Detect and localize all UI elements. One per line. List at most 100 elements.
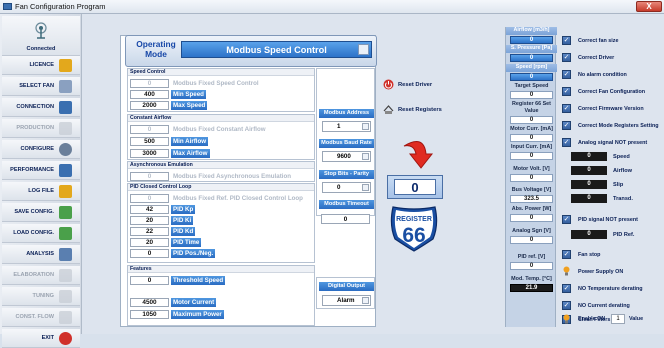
modbus-timeout-input[interactable]: 0: [321, 214, 370, 224]
param-value-input[interactable]: 3000: [130, 149, 169, 158]
param-value-input: 0: [130, 125, 169, 134]
param-value-input[interactable]: 20: [130, 238, 169, 247]
modbus-baud-select[interactable]: 9600: [322, 151, 371, 162]
gauge-icon: [59, 164, 72, 177]
sidebar-item-label: CONFIGURE: [20, 146, 54, 152]
speed-indicator: 0 Speed: [571, 152, 663, 162]
folder-icon: [59, 185, 72, 198]
close-button[interactable]: X: [636, 1, 662, 12]
enable-value-input[interactable]: 1: [611, 314, 625, 324]
sidebar-item-configure[interactable]: CONFIGURE: [2, 140, 80, 159]
load-icon: [59, 227, 72, 240]
check-no-alarm: ✓ No alarm condition: [561, 69, 664, 81]
speed-indicator-value: 0: [571, 152, 607, 161]
operating-mode-select[interactable]: Modbus Speed Control: [181, 41, 372, 58]
sidebar-item-select-fan[interactable]: SELECT FAN: [2, 77, 80, 96]
param-value-input[interactable]: 0: [130, 276, 169, 285]
constant-airflow-section: Constant Airflow 0 Modbus Fixed Constant …: [127, 114, 315, 160]
shield-register-text: REGISTER: [396, 216, 432, 223]
check-label: Correct Driver: [578, 55, 615, 61]
monitor-icon: [59, 101, 72, 114]
operating-mode-label: Operating Mode: [136, 39, 176, 59]
reset-driver-label: Reset Driver: [398, 82, 433, 88]
check-label: No alarm condition: [578, 72, 627, 78]
sidebar-item-label: PRODUCTION: [16, 125, 54, 131]
check-icon: ✓: [562, 138, 571, 147]
sidebar-item-performance[interactable]: PERFORMANCE: [2, 161, 80, 180]
folder-lock-icon: [59, 59, 72, 72]
param-value-input[interactable]: 22: [130, 227, 169, 236]
param-value-input[interactable]: 2000: [130, 101, 169, 110]
check-icon: ✓: [562, 121, 571, 130]
chevron-down-icon[interactable]: [358, 44, 369, 55]
param-row: 0 Modbus Fixed Asynchronous Emulation: [128, 172, 316, 182]
reset-registers-button[interactable]: Reset Registers: [383, 104, 463, 116]
sidebar-item-log-file[interactable]: LOG FILE: [2, 182, 80, 201]
check-no-temp-derating: ✓ NO Temperature derating: [561, 283, 664, 295]
status-label: Power Supply ON: [578, 269, 624, 275]
chevron-down-icon[interactable]: [362, 297, 369, 304]
chevron-down-icon[interactable]: [362, 123, 369, 130]
param-value-input[interactable]: 1050: [130, 310, 169, 319]
param-value-input[interactable]: 4500: [130, 298, 169, 307]
check-mode-registers: ✓ Correct Mode Registers Setting: [561, 120, 664, 132]
sidebar-item-exit[interactable]: EXIT: [2, 329, 80, 348]
param-value-input[interactable]: 20: [130, 216, 169, 225]
param-value-input[interactable]: 400: [130, 90, 169, 99]
sidebar-item-elaboration[interactable]: ELABORATION: [2, 266, 80, 285]
stop-bits-select[interactable]: 0: [322, 182, 371, 193]
abs-power-value: 0: [510, 214, 553, 222]
check-label: Correct Firmware Version: [578, 106, 644, 112]
motor-voltage-label: Motor Volt. [V]: [513, 166, 550, 172]
bulb-icon: [563, 266, 570, 276]
param-value-input[interactable]: 500: [130, 137, 169, 146]
param-value-input[interactable]: 42: [130, 205, 169, 214]
param-label: Threshold Speed: [171, 276, 226, 285]
window-title: Fan Configuration Program: [15, 2, 106, 11]
chevron-down-icon[interactable]: [362, 184, 369, 191]
operating-mode-value: Modbus Speed Control: [226, 45, 327, 55]
sidebar-item-label: ANALYSIS: [26, 251, 54, 257]
s-pressure-label: S. Pressure [Pa]: [506, 45, 557, 53]
section-title: Constant Airflow: [128, 115, 314, 122]
param-row: 22 PID Kd: [128, 227, 316, 237]
modbus-address-select[interactable]: 1: [322, 121, 371, 132]
sidebar-item-label: CONNECTION: [16, 104, 54, 110]
chevron-down-icon[interactable]: [362, 153, 369, 160]
sidebar-item-analysis[interactable]: ANALYSIS: [2, 245, 80, 264]
sidebar-item-tuning[interactable]: TUNING: [2, 287, 80, 306]
sidebar-item-load-config[interactable]: LOAD CONFIG.: [2, 224, 80, 243]
param-row: 42 PID Kp: [128, 205, 316, 215]
sidebar-item-label: PERFORMANCE: [10, 167, 54, 173]
sidebar-item-connection[interactable]: CONNECTION: [2, 98, 80, 117]
param-value-input[interactable]: 0: [130, 249, 169, 258]
pid-section: PID Closed Control Loop 0 Modbus Fixed Re…: [127, 183, 315, 263]
input-current-value: 0: [510, 152, 553, 160]
input-current-label: Input Curr. [mA]: [510, 144, 553, 150]
modbus-settings: Modbus Address 1 Modbus Baud Rate 9600 S…: [316, 68, 375, 216]
section-title: Asynchronous Emulation: [128, 162, 314, 169]
reset-driver-button[interactable]: Reset Driver: [383, 79, 463, 91]
features-section: Features 0 Threshold Speed 4500 Motor Curre…: [127, 265, 315, 326]
param-label: Max Speed: [171, 101, 208, 110]
sidebar-item-licence[interactable]: LICENCE: [2, 56, 80, 75]
pid-ref-indicator: 0 PID Ref.: [571, 230, 663, 240]
modbus-baud-value: 9600: [337, 153, 351, 160]
check-pid-signal: ✓ PID signal NOT present: [561, 214, 664, 226]
save-icon: [59, 206, 72, 219]
param-row: 1050 Maximum Power: [128, 310, 316, 320]
flow-icon: [59, 311, 72, 324]
digital-output-select[interactable]: Alarm: [322, 295, 371, 306]
slip-indicator-label: Slip: [613, 182, 624, 188]
param-row: 0 Modbus Fixed Constant Airflow: [128, 125, 316, 135]
tuning-icon: [59, 290, 72, 303]
sidebar-item-const-flow[interactable]: CONST. FLOW: [2, 308, 80, 327]
sidebar-item-production[interactable]: PRODUCTION: [2, 119, 80, 138]
transd-indicator: 0 Transd.: [571, 194, 663, 204]
airflow-indicator-label: Airflow: [613, 168, 632, 174]
bulb-icon: [563, 314, 570, 324]
airflow-indicator-value: 0: [571, 166, 607, 175]
param-row: 0 Modbus Fixed Ref. PID Closed Control Lo…: [128, 194, 316, 204]
sidebar-item-save-config[interactable]: SAVE CONFIG.: [2, 203, 80, 222]
check-label: Fan stop: [578, 252, 601, 258]
